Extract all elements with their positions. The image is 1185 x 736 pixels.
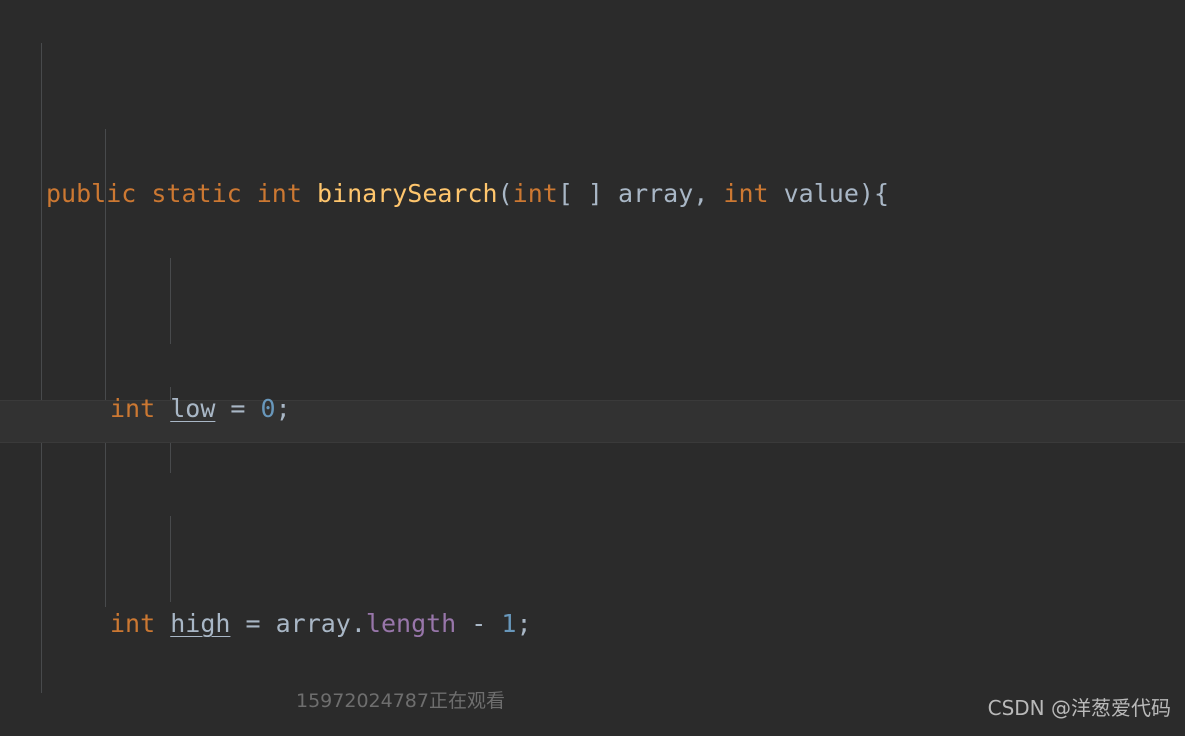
code-line-3[interactable]: int high = array.length - 1;	[0, 602, 1185, 645]
minus-operator: -	[456, 609, 502, 638]
dot-operator: .	[350, 609, 366, 638]
keyword-int: int	[110, 609, 156, 638]
assign-operator: =	[215, 394, 261, 423]
keyword-static: static	[151, 179, 242, 208]
keyword-int: int	[256, 179, 302, 208]
brace-open: {	[873, 179, 890, 208]
number-literal: 0	[260, 394, 276, 423]
variable-low: low	[170, 394, 216, 423]
array-brackets: [ ]	[557, 179, 603, 208]
comma: ,	[693, 179, 724, 208]
code-content[interactable]: public static int binarySearch(int[ ] ar…	[0, 0, 1185, 736]
paren-open: (	[497, 179, 513, 208]
semicolon: ;	[516, 609, 532, 638]
paren-close: )	[858, 179, 874, 208]
number-literal: 1	[501, 609, 517, 638]
keyword-public: public	[46, 179, 137, 208]
keyword-int-param2: int	[723, 179, 769, 208]
viewer-watermark: 15972024787正在观看	[296, 690, 505, 712]
field-length: length	[365, 609, 457, 638]
method-name-binarysearch: binarySearch	[316, 179, 498, 208]
assign-operator: =	[230, 609, 276, 638]
param-value: value	[783, 179, 859, 208]
keyword-int: int	[110, 394, 156, 423]
code-line-2[interactable]: int low = 0;	[0, 387, 1185, 430]
csdn-watermark: CSDN @洋葱爱代码	[987, 696, 1171, 720]
keyword-int-param1: int	[512, 179, 558, 208]
object-array: array	[275, 609, 351, 638]
code-line-1[interactable]: public static int binarySearch(int[ ] ar…	[0, 172, 1185, 215]
variable-high: high	[170, 609, 231, 638]
code-editor[interactable]: public static int binarySearch(int[ ] ar…	[0, 0, 1185, 736]
semicolon: ;	[275, 394, 291, 423]
param-array: array	[618, 179, 694, 208]
